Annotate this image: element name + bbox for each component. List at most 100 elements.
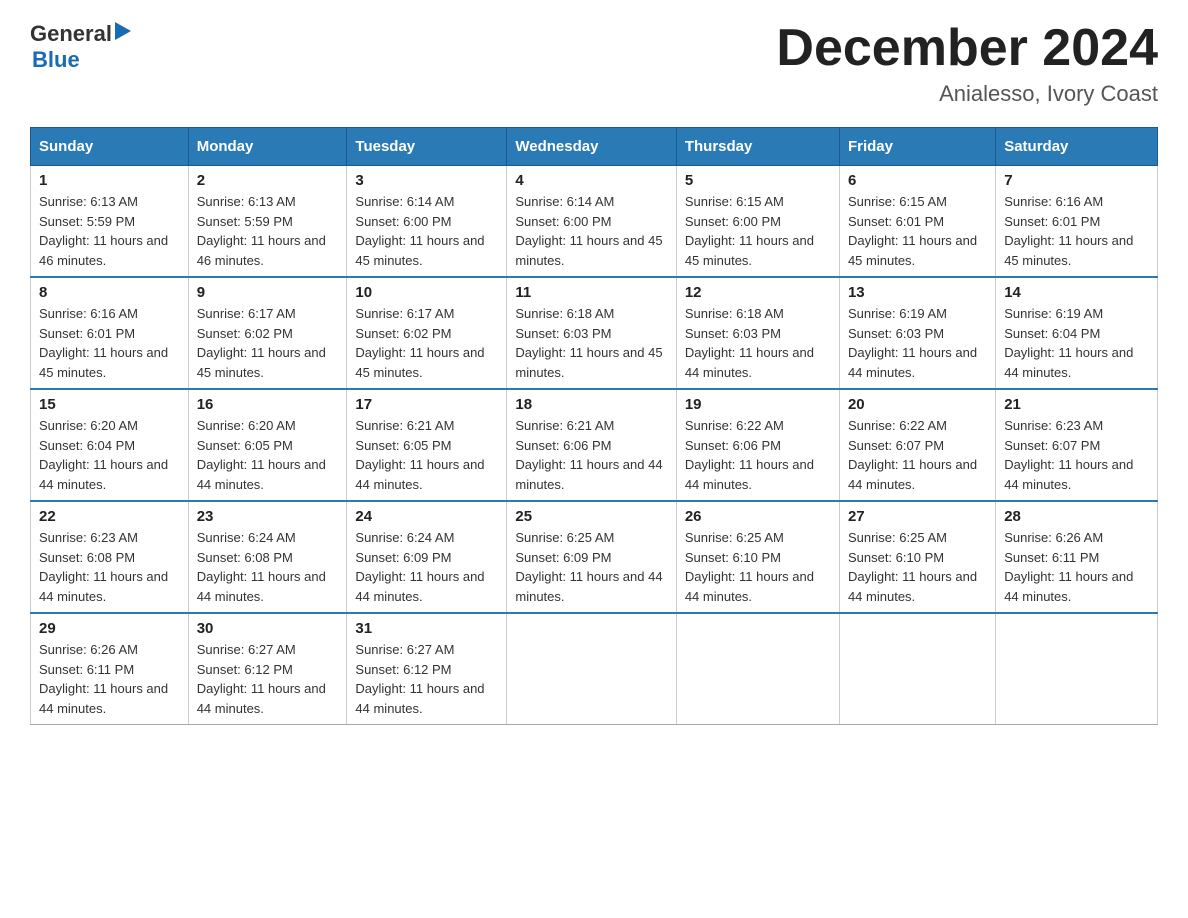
column-header-monday: Monday bbox=[188, 128, 347, 166]
column-header-tuesday: Tuesday bbox=[347, 128, 507, 166]
calendar-week-row: 1 Sunrise: 6:13 AMSunset: 5:59 PMDayligh… bbox=[31, 166, 1158, 278]
subtitle: Anialesso, Ivory Coast bbox=[776, 81, 1158, 107]
column-header-thursday: Thursday bbox=[676, 128, 839, 166]
day-number: 9 bbox=[197, 284, 339, 301]
day-info: Sunrise: 6:14 AMSunset: 6:00 PMDaylight:… bbox=[355, 192, 498, 270]
day-info: Sunrise: 6:20 AMSunset: 6:04 PMDaylight:… bbox=[39, 416, 180, 494]
day-number: 27 bbox=[848, 508, 987, 525]
calendar-cell: 12 Sunrise: 6:18 AMSunset: 6:03 PMDaylig… bbox=[676, 277, 839, 389]
page-header: General Blue December 2024 Anialesso, Iv… bbox=[30, 20, 1158, 107]
day-info: Sunrise: 6:22 AMSunset: 6:07 PMDaylight:… bbox=[848, 416, 987, 494]
day-info: Sunrise: 6:27 AMSunset: 6:12 PMDaylight:… bbox=[355, 640, 498, 718]
column-header-sunday: Sunday bbox=[31, 128, 189, 166]
calendar-cell: 4 Sunrise: 6:14 AMSunset: 6:00 PMDayligh… bbox=[507, 166, 676, 278]
day-info: Sunrise: 6:15 AMSunset: 6:01 PMDaylight:… bbox=[848, 192, 987, 270]
calendar-week-row: 8 Sunrise: 6:16 AMSunset: 6:01 PMDayligh… bbox=[31, 277, 1158, 389]
day-number: 21 bbox=[1004, 396, 1149, 413]
day-number: 29 bbox=[39, 620, 180, 637]
logo-general-text: General bbox=[30, 21, 112, 47]
calendar-cell: 24 Sunrise: 6:24 AMSunset: 6:09 PMDaylig… bbox=[347, 501, 507, 613]
day-number: 30 bbox=[197, 620, 339, 637]
calendar-cell: 10 Sunrise: 6:17 AMSunset: 6:02 PMDaylig… bbox=[347, 277, 507, 389]
day-number: 28 bbox=[1004, 508, 1149, 525]
day-info: Sunrise: 6:13 AMSunset: 5:59 PMDaylight:… bbox=[197, 192, 339, 270]
calendar-cell bbox=[676, 613, 839, 725]
logo-arrow-icon bbox=[115, 20, 137, 42]
day-info: Sunrise: 6:19 AMSunset: 6:03 PMDaylight:… bbox=[848, 304, 987, 382]
day-info: Sunrise: 6:24 AMSunset: 6:08 PMDaylight:… bbox=[197, 528, 339, 606]
day-number: 20 bbox=[848, 396, 987, 413]
calendar-cell: 16 Sunrise: 6:20 AMSunset: 6:05 PMDaylig… bbox=[188, 389, 347, 501]
calendar-cell: 31 Sunrise: 6:27 AMSunset: 6:12 PMDaylig… bbox=[347, 613, 507, 725]
calendar-table: SundayMondayTuesdayWednesdayThursdayFrid… bbox=[30, 127, 1158, 725]
day-info: Sunrise: 6:22 AMSunset: 6:06 PMDaylight:… bbox=[685, 416, 831, 494]
day-number: 22 bbox=[39, 508, 180, 525]
day-number: 4 bbox=[515, 172, 667, 189]
day-number: 10 bbox=[355, 284, 498, 301]
calendar-cell: 26 Sunrise: 6:25 AMSunset: 6:10 PMDaylig… bbox=[676, 501, 839, 613]
calendar-cell: 8 Sunrise: 6:16 AMSunset: 6:01 PMDayligh… bbox=[31, 277, 189, 389]
day-info: Sunrise: 6:18 AMSunset: 6:03 PMDaylight:… bbox=[515, 304, 667, 382]
day-info: Sunrise: 6:19 AMSunset: 6:04 PMDaylight:… bbox=[1004, 304, 1149, 382]
calendar-cell: 13 Sunrise: 6:19 AMSunset: 6:03 PMDaylig… bbox=[839, 277, 995, 389]
calendar-cell: 23 Sunrise: 6:24 AMSunset: 6:08 PMDaylig… bbox=[188, 501, 347, 613]
calendar-cell: 6 Sunrise: 6:15 AMSunset: 6:01 PMDayligh… bbox=[839, 166, 995, 278]
day-number: 16 bbox=[197, 396, 339, 413]
day-number: 17 bbox=[355, 396, 498, 413]
day-info: Sunrise: 6:25 AMSunset: 6:10 PMDaylight:… bbox=[685, 528, 831, 606]
day-number: 3 bbox=[355, 172, 498, 189]
day-number: 6 bbox=[848, 172, 987, 189]
calendar-cell: 29 Sunrise: 6:26 AMSunset: 6:11 PMDaylig… bbox=[31, 613, 189, 725]
day-number: 23 bbox=[197, 508, 339, 525]
calendar-cell: 3 Sunrise: 6:14 AMSunset: 6:00 PMDayligh… bbox=[347, 166, 507, 278]
day-info: Sunrise: 6:13 AMSunset: 5:59 PMDaylight:… bbox=[39, 192, 180, 270]
calendar-cell: 18 Sunrise: 6:21 AMSunset: 6:06 PMDaylig… bbox=[507, 389, 676, 501]
calendar-week-row: 22 Sunrise: 6:23 AMSunset: 6:08 PMDaylig… bbox=[31, 501, 1158, 613]
title-block: December 2024 Anialesso, Ivory Coast bbox=[776, 20, 1158, 107]
calendar-cell: 28 Sunrise: 6:26 AMSunset: 6:11 PMDaylig… bbox=[996, 501, 1158, 613]
day-number: 15 bbox=[39, 396, 180, 413]
calendar-cell: 21 Sunrise: 6:23 AMSunset: 6:07 PMDaylig… bbox=[996, 389, 1158, 501]
day-info: Sunrise: 6:18 AMSunset: 6:03 PMDaylight:… bbox=[685, 304, 831, 382]
calendar-header-row: SundayMondayTuesdayWednesdayThursdayFrid… bbox=[31, 128, 1158, 166]
column-header-friday: Friday bbox=[839, 128, 995, 166]
day-number: 5 bbox=[685, 172, 831, 189]
calendar-cell bbox=[507, 613, 676, 725]
calendar-week-row: 29 Sunrise: 6:26 AMSunset: 6:11 PMDaylig… bbox=[31, 613, 1158, 725]
day-number: 18 bbox=[515, 396, 667, 413]
day-number: 8 bbox=[39, 284, 180, 301]
day-number: 7 bbox=[1004, 172, 1149, 189]
day-info: Sunrise: 6:27 AMSunset: 6:12 PMDaylight:… bbox=[197, 640, 339, 718]
day-number: 1 bbox=[39, 172, 180, 189]
day-number: 13 bbox=[848, 284, 987, 301]
column-header-wednesday: Wednesday bbox=[507, 128, 676, 166]
main-title: December 2024 bbox=[776, 20, 1158, 77]
calendar-cell: 20 Sunrise: 6:22 AMSunset: 6:07 PMDaylig… bbox=[839, 389, 995, 501]
day-info: Sunrise: 6:21 AMSunset: 6:06 PMDaylight:… bbox=[515, 416, 667, 494]
day-info: Sunrise: 6:25 AMSunset: 6:09 PMDaylight:… bbox=[515, 528, 667, 606]
day-info: Sunrise: 6:17 AMSunset: 6:02 PMDaylight:… bbox=[355, 304, 498, 382]
calendar-cell: 11 Sunrise: 6:18 AMSunset: 6:03 PMDaylig… bbox=[507, 277, 676, 389]
calendar-cell: 22 Sunrise: 6:23 AMSunset: 6:08 PMDaylig… bbox=[31, 501, 189, 613]
calendar-cell: 1 Sunrise: 6:13 AMSunset: 5:59 PMDayligh… bbox=[31, 166, 189, 278]
day-info: Sunrise: 6:16 AMSunset: 6:01 PMDaylight:… bbox=[1004, 192, 1149, 270]
calendar-cell: 15 Sunrise: 6:20 AMSunset: 6:04 PMDaylig… bbox=[31, 389, 189, 501]
calendar-cell: 14 Sunrise: 6:19 AMSunset: 6:04 PMDaylig… bbox=[996, 277, 1158, 389]
day-info: Sunrise: 6:17 AMSunset: 6:02 PMDaylight:… bbox=[197, 304, 339, 382]
day-info: Sunrise: 6:21 AMSunset: 6:05 PMDaylight:… bbox=[355, 416, 498, 494]
day-info: Sunrise: 6:24 AMSunset: 6:09 PMDaylight:… bbox=[355, 528, 498, 606]
day-info: Sunrise: 6:26 AMSunset: 6:11 PMDaylight:… bbox=[39, 640, 180, 718]
day-number: 14 bbox=[1004, 284, 1149, 301]
day-number: 26 bbox=[685, 508, 831, 525]
day-number: 24 bbox=[355, 508, 498, 525]
day-number: 11 bbox=[515, 284, 667, 301]
day-info: Sunrise: 6:16 AMSunset: 6:01 PMDaylight:… bbox=[39, 304, 180, 382]
calendar-cell bbox=[839, 613, 995, 725]
calendar-cell: 27 Sunrise: 6:25 AMSunset: 6:10 PMDaylig… bbox=[839, 501, 995, 613]
calendar-cell: 5 Sunrise: 6:15 AMSunset: 6:00 PMDayligh… bbox=[676, 166, 839, 278]
calendar-cell bbox=[996, 613, 1158, 725]
day-info: Sunrise: 6:15 AMSunset: 6:00 PMDaylight:… bbox=[685, 192, 831, 270]
day-number: 12 bbox=[685, 284, 831, 301]
logo: General Blue bbox=[30, 20, 137, 73]
calendar-cell: 19 Sunrise: 6:22 AMSunset: 6:06 PMDaylig… bbox=[676, 389, 839, 501]
